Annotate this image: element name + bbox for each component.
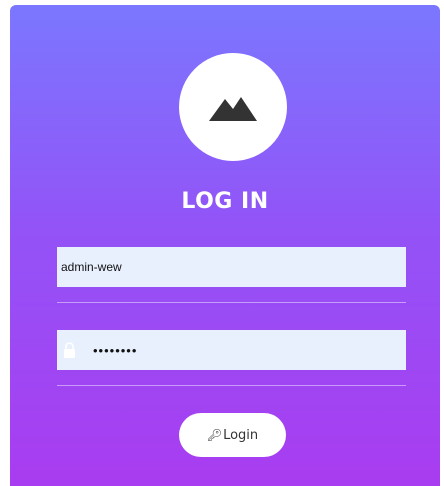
login-button-label: Login: [223, 427, 259, 443]
password-field[interactable]: [57, 330, 406, 370]
login-card: LOG IN 🔑︎ Login: [10, 5, 440, 486]
logo-badge: [179, 53, 287, 161]
page-title: LOG IN: [181, 189, 269, 214]
username-underline: [57, 302, 406, 303]
mountain-icon: [209, 97, 257, 121]
password-underline: [57, 385, 406, 386]
password-input[interactable]: [93, 330, 401, 370]
key-icon: 🔑︎: [206, 428, 223, 442]
lock-icon: [64, 342, 75, 358]
login-button[interactable]: 🔑︎ Login: [179, 413, 286, 457]
username-input[interactable]: [61, 247, 401, 287]
username-field[interactable]: [57, 247, 406, 287]
